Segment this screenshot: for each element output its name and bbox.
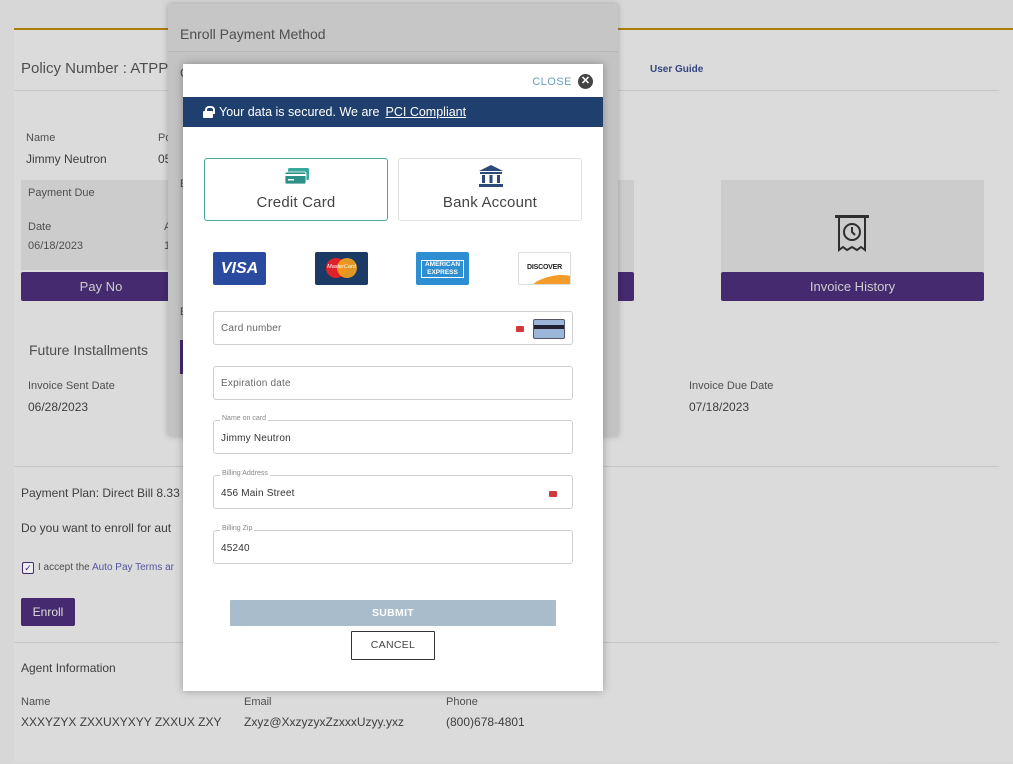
credit-card-modal: CLOSE ✕ Your data is secured. We are PCI… — [183, 64, 603, 691]
secure-text: Your data is secured. We are — [219, 105, 380, 119]
close-button[interactable]: CLOSE ✕ — [532, 74, 593, 89]
name-on-card-label: Name on card — [220, 415, 268, 422]
close-icon: ✕ — [578, 74, 593, 89]
billing-address-input[interactable]: Billing Address 456 Main Street — [213, 470, 573, 509]
pci-compliant-link[interactable]: PCI Compliant — [386, 105, 467, 119]
amex-logo: AMERICAN EXPRESS — [416, 252, 469, 285]
billing-zip-value: 45240 — [221, 543, 250, 554]
autofill-icon — [516, 326, 524, 332]
tab-label: Bank Account — [442, 194, 538, 211]
billing-zip-label: Billing Zip — [220, 525, 255, 532]
credit-card-icon — [285, 168, 309, 184]
billing-address-label: Billing Address — [220, 470, 270, 477]
discover-text: DISCOVER — [527, 264, 562, 271]
tab-credit-card[interactable]: Credit Card — [204, 158, 388, 221]
mastercard-text: MasterCard — [327, 264, 356, 270]
card-type-icon — [533, 319, 565, 339]
expiration-date-input[interactable]: Expiration date — [213, 366, 573, 400]
tab-label: Credit Card — [256, 194, 336, 211]
autofill-icon — [549, 491, 557, 497]
discover-logo: DISCOVER — [518, 252, 571, 285]
card-number-placeholder: Card number — [221, 323, 282, 334]
billing-zip-input[interactable]: Billing Zip 45240 — [213, 525, 573, 564]
security-banner: Your data is secured. We are PCI Complia… — [183, 97, 603, 127]
tab-bank-account[interactable]: Bank Account — [398, 158, 582, 221]
close-label: CLOSE — [532, 75, 572, 88]
card-number-input[interactable]: Card number — [213, 311, 573, 345]
amex-text: AMERICAN EXPRESS — [421, 260, 464, 278]
name-on-card-input[interactable]: Name on card Jimmy Neutron — [213, 415, 573, 454]
name-on-card-value: Jimmy Neutron — [221, 433, 291, 444]
lock-icon — [203, 106, 215, 118]
expiration-placeholder: Expiration date — [221, 378, 291, 389]
billing-address-value: 456 Main Street — [221, 488, 295, 499]
mastercard-logo: MasterCard — [315, 252, 368, 285]
bank-icon — [479, 165, 503, 187]
submit-button[interactable]: SUBMIT — [230, 600, 556, 626]
visa-logo: VISA — [213, 252, 266, 285]
cancel-button[interactable]: CANCEL — [351, 631, 435, 660]
